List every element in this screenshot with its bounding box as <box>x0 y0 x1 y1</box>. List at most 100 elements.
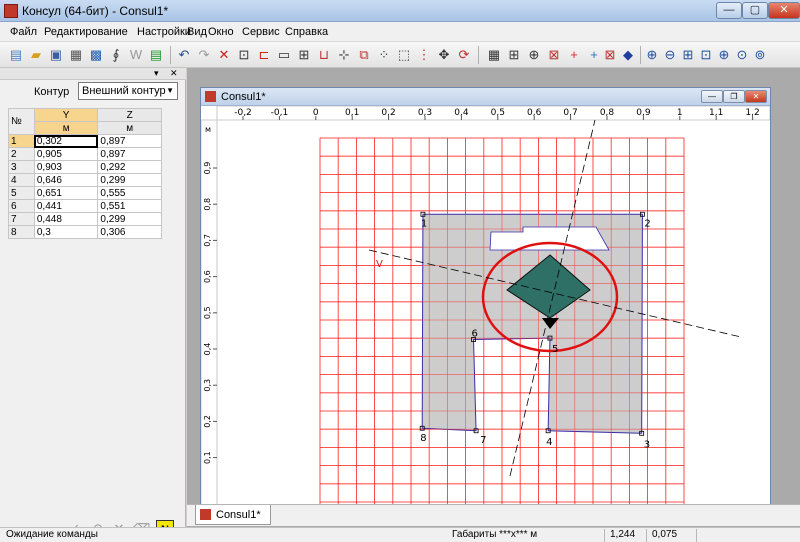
cell-z[interactable]: 0,897 <box>97 147 162 161</box>
redo-icon[interactable]: ↷ <box>196 47 212 63</box>
delete-icon[interactable]: ✕ <box>216 47 232 63</box>
panel-close-icon[interactable]: ✕ <box>170 68 178 79</box>
snap-icon[interactable]: ⊞ <box>506 47 522 63</box>
select-icon[interactable]: ⬚ <box>396 47 412 63</box>
zoom-window-icon[interactable]: ⊡ <box>698 47 714 63</box>
top-ruler-label: 1 <box>677 108 683 118</box>
left-ruler-label: 0,8 <box>203 198 212 211</box>
contour-select[interactable]: Внешний контур ▼ <box>78 82 178 100</box>
menu-help[interactable]: Справка <box>285 26 328 38</box>
table-row[interactable]: 8 0,3 0,306 <box>8 225 162 239</box>
header-number[interactable]: № <box>8 108 35 135</box>
status-separator <box>604 529 605 542</box>
color-bars-icon[interactable]: ▤ <box>148 47 164 63</box>
maximize-button[interactable]: ▢ <box>742 2 768 19</box>
cell-y[interactable]: 0,903 <box>33 160 99 174</box>
table-row[interactable]: 4 0,646 0,299 <box>8 173 162 187</box>
document-icon <box>205 91 216 102</box>
cell-y[interactable]: 0,441 <box>33 199 99 213</box>
cell-z[interactable]: 0,897 <box>97 134 162 148</box>
rect-icon[interactable]: ⊞ <box>296 47 312 63</box>
top-ruler-label: -0,2 <box>234 108 252 118</box>
menu-service[interactable]: Сервис <box>242 26 280 38</box>
close-button[interactable]: ✕ <box>768 2 800 19</box>
title-bar: Консул (64-бит) - Consul1* — ▢ ✕ <box>0 0 800 22</box>
word-export-icon[interactable]: W <box>128 47 144 63</box>
frame-icon[interactable]: ▭ <box>276 47 292 63</box>
mirror-icon[interactable]: ⋮ <box>416 47 432 63</box>
table-row[interactable]: 3 0,903 0,292 <box>8 160 162 174</box>
left-ruler-label: 0,9 <box>203 162 212 175</box>
cell-z[interactable]: 0,306 <box>97 225 162 239</box>
top-ruler-label: 0,9 <box>636 108 651 118</box>
zoom-out-icon[interactable]: ⊖ <box>662 47 678 63</box>
cell-y[interactable]: 0,448 <box>33 212 99 226</box>
cell-z[interactable]: 0,292 <box>97 160 162 174</box>
menu-view[interactable]: Вид <box>187 26 207 38</box>
plus-icon[interactable]: + <box>586 47 602 63</box>
zoom-prev-icon[interactable]: ⊙ <box>734 47 750 63</box>
polygon-icon[interactable]: ⊔ <box>316 47 332 63</box>
status-separator <box>646 529 647 542</box>
cell-z[interactable]: 0,299 <box>97 212 162 226</box>
doc-minimize-button[interactable]: — <box>701 90 723 103</box>
undo-icon[interactable]: ↶ <box>176 47 192 63</box>
section-icon[interactable]: ⊡ <box>236 47 252 63</box>
tab-label: Consul1* <box>216 509 261 521</box>
vertex-label: 3 <box>644 439 650 450</box>
zoom-all-icon[interactable]: ⊕ <box>716 47 732 63</box>
table-row[interactable]: 2 0,905 0,897 <box>8 147 162 161</box>
tab-consul1[interactable]: Consul1* <box>195 505 271 525</box>
menu-edit[interactable]: Редактирование <box>44 26 128 38</box>
new-file-icon[interactable]: ▤ <box>8 47 24 63</box>
coordinates-table: № Y Z м м 1 0,302 0,897 2 0,905 0,897 3 … <box>8 108 162 239</box>
axes-icon[interactable]: ⊕ <box>526 47 542 63</box>
diamond-icon[interactable]: ◆ <box>620 47 636 63</box>
cancel-mark-icon[interactable]: ⊠ <box>602 47 618 63</box>
cell-z[interactable]: 0,299 <box>97 173 162 187</box>
menu-window[interactable]: Окно <box>208 26 234 38</box>
grid-icon[interactable]: ▦ <box>486 47 502 63</box>
table-row[interactable]: 7 0,448 0,299 <box>8 212 162 226</box>
cell-y[interactable]: 0,3 <box>33 225 99 239</box>
contour-icon[interactable]: ⊏ <box>256 47 272 63</box>
points-icon[interactable]: ⁘ <box>376 47 392 63</box>
zoom-in-icon[interactable]: ⊕ <box>644 47 660 63</box>
doc-restore-button[interactable]: ❐ <box>723 90 745 103</box>
table-row[interactable]: 5 0,651 0,555 <box>8 186 162 200</box>
header-z[interactable]: Z <box>97 108 162 122</box>
top-ruler-label: 0,3 <box>418 108 432 118</box>
node-icon[interactable]: ⊹ <box>336 47 352 63</box>
zoom-fit-icon[interactable]: ⊞ <box>680 47 696 63</box>
rotate-icon[interactable]: ⟳ <box>456 47 472 63</box>
dims-icon[interactable]: ⊠ <box>546 47 562 63</box>
table-row[interactable]: 1 0,302 0,897 <box>8 134 162 148</box>
cell-y[interactable]: 0,905 <box>33 147 99 161</box>
table-row[interactable]: 6 0,441 0,551 <box>8 199 162 213</box>
open-file-icon[interactable]: ▦ <box>68 47 84 63</box>
drawing-canvas[interactable]: м -0,2 -0,1 0 0,1 0,2 0,3 0,4 0,5 0,6 0,7 0,8 0,9 1 1,… <box>201 106 770 522</box>
pin-icon[interactable]: ▾ <box>154 68 159 79</box>
section-drawing[interactable]: м -0,2 -0,1 0 0,1 0,2 0,3 0,4 0,5 0,6 0,7 0,8 0,9 1 1,… <box>201 106 770 522</box>
copy-icon[interactable]: ⧉ <box>356 47 372 63</box>
doc-close-button[interactable]: ✕ <box>745 90 767 103</box>
table-icon[interactable]: ▩ <box>88 47 104 63</box>
cell-y[interactable]: 0,646 <box>33 173 99 187</box>
header-y[interactable]: Y <box>33 108 99 122</box>
cross-icon[interactable]: + <box>566 47 582 63</box>
move-icon[interactable]: ✥ <box>436 47 452 63</box>
menu-file[interactable]: Файл <box>10 26 37 38</box>
save-icon[interactable]: ▣ <box>48 47 64 63</box>
top-ruler-label: -0,1 <box>271 108 289 118</box>
cell-z[interactable]: 0,555 <box>97 186 162 200</box>
open-folder-icon[interactable]: ▰ <box>28 47 44 63</box>
menu-settings[interactable]: Настройки <box>137 26 191 38</box>
cell-y[interactable]: 0,302 <box>33 134 99 148</box>
pan-icon[interactable]: ⊚ <box>752 47 768 63</box>
minimize-button[interactable]: — <box>716 2 742 19</box>
formula-icon[interactable]: ∮ <box>108 47 124 63</box>
cell-y[interactable]: 0,651 <box>33 186 99 200</box>
document-icon <box>200 509 211 520</box>
cell-z[interactable]: 0,551 <box>97 199 162 213</box>
table-header-row: № Y Z <box>8 108 162 135</box>
